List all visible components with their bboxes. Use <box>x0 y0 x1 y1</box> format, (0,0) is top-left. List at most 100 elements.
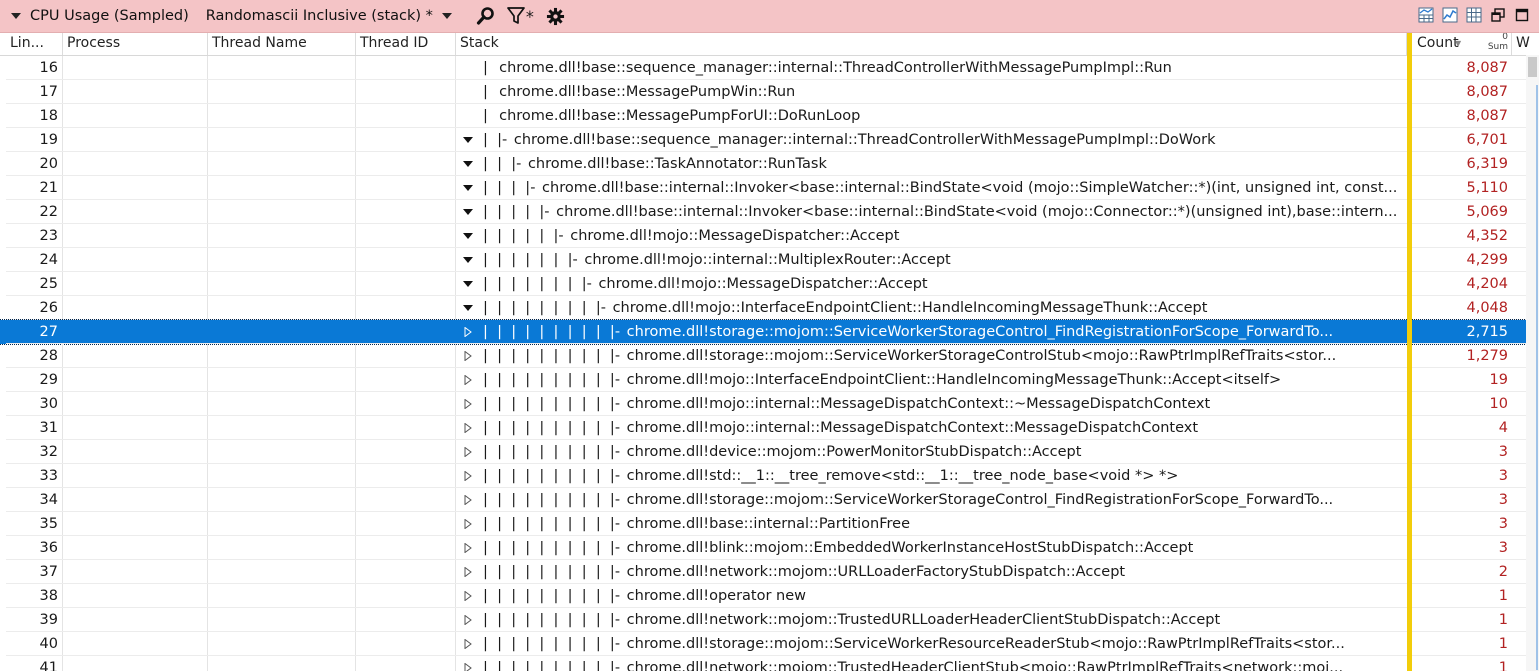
vertical-scrollbar[interactable] <box>1526 55 1539 671</box>
column-header-count[interactable]: Count ▼ 0 Sum <box>1412 33 1512 55</box>
tree-collapsed-icon[interactable] <box>462 416 474 440</box>
table-row[interactable]: 24 | | | | | | |- chrome.dll!mojo::intern… <box>0 248 1530 272</box>
table-row[interactable]: 16 | chrome.dll!base::sequence_manager::i… <box>0 56 1530 80</box>
tree-collapsed-icon[interactable] <box>462 488 474 512</box>
stack-tree-guides: | | | | | | | | | |- <box>483 468 625 484</box>
table-row[interactable]: 32 | | | | | | | | | |- chrome.dll!device… <box>0 440 1530 464</box>
preset-selector[interactable]: Randomascii Inclusive (stack) * <box>206 0 452 32</box>
stack-cell: | | | |- chrome.dll!base::internal::Invo… <box>456 176 1408 200</box>
table-row[interactable]: 40 | | | | | | | | | |- chrome.dll!storag… <box>0 632 1530 656</box>
settings-button[interactable] <box>546 5 565 27</box>
thread-id-cell <box>356 464 456 488</box>
table-row[interactable]: 19 | |- chrome.dll!base::sequence_manager… <box>0 128 1530 152</box>
stack-tree-guides: | | | | | |- <box>483 228 569 244</box>
tree-collapsed-icon[interactable] <box>462 320 474 344</box>
table-row[interactable]: 34 | | | | | | | | | |- chrome.dll!storag… <box>0 488 1530 512</box>
stack-frame-name: chrome.dll!storage::mojom::ServiceWorker… <box>626 492 1334 508</box>
tree-expanded-icon[interactable] <box>462 176 474 200</box>
tree-expanded-icon[interactable] <box>462 248 474 272</box>
process-cell <box>63 440 208 464</box>
graph-collapse-toggle[interactable] <box>11 0 21 32</box>
view-mode-toolbar <box>1417 6 1531 24</box>
thread-name-cell <box>208 296 356 320</box>
process-cell <box>63 632 208 656</box>
thread-name-cell <box>208 56 356 80</box>
column-header-weight[interactable]: W <box>1512 33 1532 55</box>
stack-cell: | | |- chrome.dll!base::TaskAnnotator::R… <box>456 152 1408 176</box>
table-row[interactable]: 31 | | | | | | | | | |- chrome.dll!mojo::… <box>0 416 1530 440</box>
column-header-thread-id[interactable]: Thread ID <box>356 33 456 55</box>
thread-id-cell <box>356 632 456 656</box>
stack-cell: | | | | | | | | |- chrome.dll!mojo::Inte… <box>456 296 1408 320</box>
table-row[interactable]: 18 | chrome.dll!base::MessagePumpForUI::D… <box>0 104 1530 128</box>
table-row[interactable]: 17 | chrome.dll!base::MessagePumpWin::Run… <box>0 80 1530 104</box>
tree-expanded-icon[interactable] <box>462 200 474 224</box>
process-cell <box>63 488 208 512</box>
table-row[interactable]: 20 | | |- chrome.dll!base::TaskAnnotator:… <box>0 152 1530 176</box>
table-row[interactable]: 33 | | | | | | | | | |- chrome.dll!std::_… <box>0 464 1530 488</box>
table-row[interactable]: 35 | | | | | | | | | |- chrome.dll!base::… <box>0 512 1530 536</box>
tree-expanded-icon[interactable] <box>462 296 474 320</box>
scrollbar-thumb[interactable] <box>1528 57 1537 77</box>
table-row[interactable]: 21 | | | |- chrome.dll!base::internal::In… <box>0 176 1530 200</box>
line-number: 32 <box>6 440 63 464</box>
graph-and-table-button[interactable] <box>1417 6 1435 24</box>
tree-collapsed-icon[interactable] <box>462 608 474 632</box>
table-row[interactable]: 39 | | | | | | | | | |- chrome.dll!networ… <box>0 608 1530 632</box>
tree-expanded-icon[interactable] <box>462 128 474 152</box>
stack-frame-name: chrome.dll!storage::mojom::ServiceWorker… <box>626 636 1345 652</box>
tree-collapsed-icon[interactable] <box>462 512 474 536</box>
tree-collapsed-icon[interactable] <box>462 584 474 608</box>
tree-collapsed-icon[interactable] <box>462 368 474 392</box>
count-cell: 4,048 <box>1466 300 1508 316</box>
tree-expanded-icon[interactable] <box>462 272 474 296</box>
process-cell <box>63 608 208 632</box>
process-cell <box>63 584 208 608</box>
process-cell <box>63 320 208 344</box>
table-row[interactable]: 28 | | | | | | | | | |- chrome.dll!storag… <box>0 344 1530 368</box>
table-row[interactable]: 22 | | | | |- chrome.dll!base::internal::… <box>0 200 1530 224</box>
stack-tree-guides: | | | | | | | | | |- <box>483 588 625 604</box>
tree-collapsed-icon[interactable] <box>462 464 474 488</box>
tree-expanded-icon[interactable] <box>462 224 474 248</box>
table-row[interactable]: 30 | | | | | | | | | |- chrome.dll!mojo::… <box>0 392 1530 416</box>
restore-window-button[interactable] <box>1489 6 1507 24</box>
tree-collapsed-icon[interactable] <box>462 344 474 368</box>
filter-button[interactable]: * <box>507 5 534 27</box>
search-button[interactable] <box>476 5 496 27</box>
tree-collapsed-icon[interactable] <box>462 632 474 656</box>
column-header-stack[interactable]: Stack <box>456 33 1407 55</box>
tree-expanded-icon[interactable] <box>462 152 474 176</box>
column-header-line[interactable]: Lin... <box>6 33 63 55</box>
table-row[interactable]: 37 | | | | | | | | | |- chrome.dll!networ… <box>0 560 1530 584</box>
maximize-window-button[interactable] <box>1513 6 1531 24</box>
table-row[interactable]: 23 | | | | | |- chrome.dll!mojo::MessageD… <box>0 224 1530 248</box>
graph-column-divider[interactable] <box>1407 33 1412 671</box>
stack-cell: | | | | | | | | | |- chrome.dll!storage:… <box>456 488 1408 512</box>
table-row[interactable]: 36 | | | | | | | | | |- chrome.dll!blink:… <box>0 536 1530 560</box>
tree-collapsed-icon[interactable] <box>462 560 474 584</box>
count-cell: 19 <box>1489 372 1508 388</box>
table-row[interactable]: 38 | | | | | | | | | |- chrome.dll!operat… <box>0 584 1530 608</box>
count-cell: 8,087 <box>1466 84 1508 100</box>
stack-cell: | | | | | | | | | |- chrome.dll!base::in… <box>456 512 1408 536</box>
table-only-button[interactable] <box>1465 6 1483 24</box>
table-row[interactable]: 29 | | | | | | | | | |- chrome.dll!mojo::… <box>0 368 1530 392</box>
thread-id-cell <box>356 536 456 560</box>
column-header-process[interactable]: Process <box>63 33 208 55</box>
tree-collapsed-icon[interactable] <box>462 656 474 671</box>
stack-frame-name: chrome.dll!base::internal::Invoker<base:… <box>556 204 1398 220</box>
tree-collapsed-icon[interactable] <box>462 536 474 560</box>
line-number: 16 <box>6 56 63 80</box>
graph-only-button[interactable] <box>1441 6 1459 24</box>
table-row[interactable]: 27 | | | | | | | | | |- chrome.dll!storag… <box>0 319 1531 345</box>
table-row[interactable]: 25 | | | | | | | |- chrome.dll!mojo::Mess… <box>0 272 1530 296</box>
line-number: 41 <box>6 656 63 671</box>
table-row[interactable]: 26 | | | | | | | | |- chrome.dll!mojo::In… <box>0 296 1530 320</box>
table-row[interactable]: 41 | | | | | | | | | |- chrome.dll!networ… <box>0 656 1530 671</box>
stack-frame-name: chrome.dll!base::MessagePumpWin::Run <box>499 84 796 100</box>
tree-collapsed-icon[interactable] <box>462 440 474 464</box>
thread-id-cell <box>356 440 456 464</box>
column-header-thread-name[interactable]: Thread Name <box>208 33 356 55</box>
tree-collapsed-icon[interactable] <box>462 392 474 416</box>
